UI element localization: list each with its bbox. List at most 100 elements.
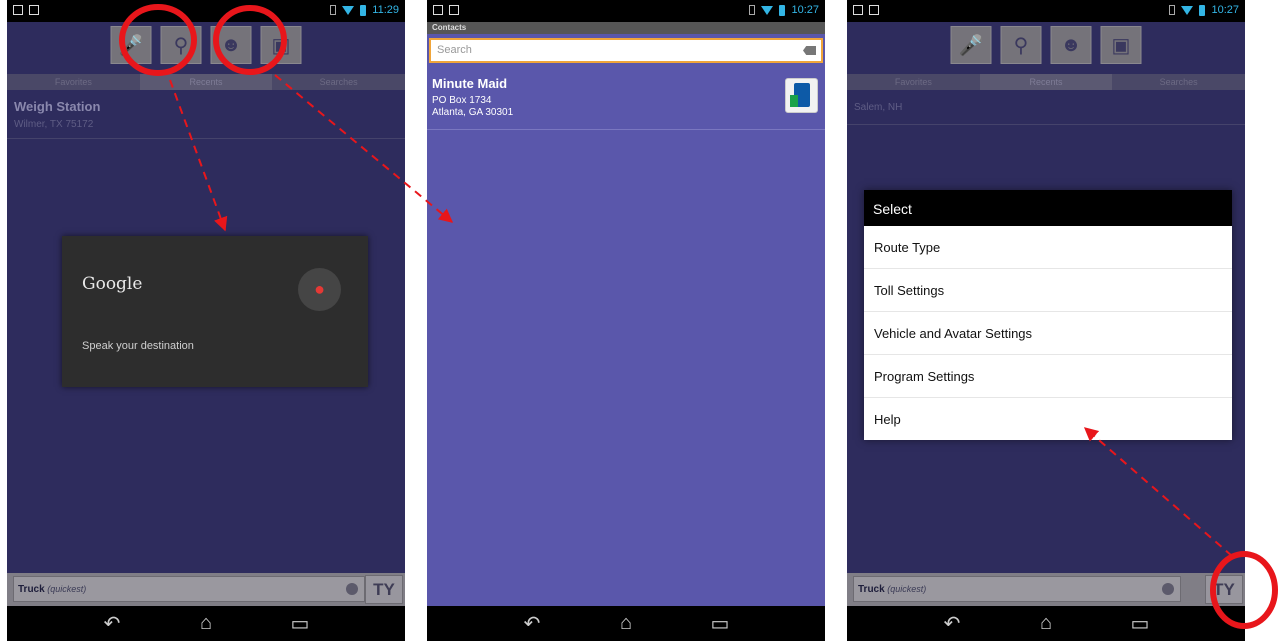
recent-title: Weigh Station	[14, 99, 101, 114]
list-item[interactable]: Salem, NH	[847, 92, 1245, 125]
back-icon[interactable]: ↶	[515, 611, 549, 636]
route-type-select[interactable]: Truck (quickest)	[13, 576, 365, 602]
recent-subtitle: Wilmer, TX 75172	[14, 119, 94, 130]
tab-recents[interactable]: Recents	[979, 74, 1113, 90]
battery-icon	[779, 4, 786, 16]
voice-prompt: Speak your destination	[82, 340, 194, 352]
map-icon: ▣	[271, 34, 291, 57]
toolbar: 🎤 ⚲ ☻ ▣	[950, 26, 1142, 64]
back-icon[interactable]: ↶	[935, 611, 969, 636]
tab-recents[interactable]: Recents	[139, 74, 273, 90]
system-nav-bar: ↶ ⌂ ▭	[7, 606, 405, 641]
system-nav-bar: ↶ ⌂ ▭	[847, 606, 1245, 641]
phone-screen-settings-menu: 10:27 🎤 ⚲ ☻ ▣ Favorites Recents Searches…	[847, 0, 1245, 641]
mic-button[interactable]: 🎤	[110, 26, 152, 64]
tab-bar: Favorites Recents Searches	[847, 74, 1245, 90]
notification-icon	[853, 5, 863, 15]
battery-icon	[360, 4, 367, 16]
mic-icon: 🎤	[958, 34, 984, 57]
search-input[interactable]: Search	[429, 38, 823, 63]
back-icon[interactable]: ↶	[95, 611, 129, 636]
chevron-down-icon	[1162, 583, 1174, 595]
phone-screen-contacts: 10:27 Contacts Search Minute Maid PO Box…	[427, 0, 825, 641]
contact-item[interactable]: Minute Maid PO Box 1734 Atlanta, GA 3030…	[427, 70, 825, 130]
search-button[interactable]: ⚲	[160, 26, 202, 64]
status-time: 10:27	[1211, 4, 1239, 16]
notification-icon	[869, 5, 879, 15]
system-nav-bar: ↶ ⌂ ▭	[427, 606, 825, 641]
notification-icon	[29, 5, 39, 15]
contacts-button[interactable]: ☻	[210, 26, 252, 64]
status-bar: 10:27	[427, 0, 825, 22]
tab-favorites[interactable]: Favorites	[847, 74, 980, 90]
vehicle-label: Truck	[18, 584, 45, 595]
toolbar: 🎤 ⚲ ☻ ▣	[110, 26, 302, 64]
menu-item-program-settings[interactable]: Program Settings	[864, 355, 1232, 398]
voice-search-dialog: Google ● Speak your destination	[62, 236, 368, 387]
tools-button[interactable]: TY	[1205, 575, 1243, 604]
tools-button[interactable]: TY	[365, 575, 403, 604]
recents-icon[interactable]: ▭	[703, 611, 737, 636]
vibrate-icon	[749, 5, 756, 15]
map-button[interactable]: ▣	[260, 26, 302, 64]
dialog-title: Select	[864, 190, 1232, 226]
map-icon: ▣	[1111, 34, 1131, 57]
status-time: 11:29	[372, 4, 399, 16]
wifi-icon	[342, 5, 355, 15]
route-mode-label: (quickest)	[47, 584, 87, 594]
menu-item-toll-settings[interactable]: Toll Settings	[864, 269, 1232, 312]
search-placeholder: Search	[437, 44, 472, 56]
route-type-select[interactable]: Truck (quickest)	[853, 576, 1181, 602]
status-bar: 11:29	[7, 0, 405, 22]
home-icon[interactable]: ⌂	[609, 612, 643, 635]
home-icon[interactable]: ⌂	[1029, 612, 1063, 635]
mic-icon: 🎤	[118, 34, 144, 57]
notification-icon	[449, 5, 459, 15]
select-dialog: Select Route Type Toll Settings Vehicle …	[864, 190, 1232, 440]
contacts-icon: ☻	[1060, 33, 1082, 56]
wifi-icon	[1181, 5, 1194, 15]
contact-address-line1: PO Box 1734	[432, 95, 492, 106]
contact-photo	[785, 78, 818, 113]
list-item[interactable]: Weigh Station Wilmer, TX 75172	[7, 92, 405, 139]
tab-searches[interactable]: Searches	[1112, 74, 1245, 90]
contact-address-line2: Atlanta, GA 30301	[432, 107, 514, 118]
contacts-icon: ☻	[220, 33, 242, 56]
contacts-list: Search Minute Maid PO Box 1734 Atlanta, …	[427, 34, 825, 606]
clear-icon[interactable]	[803, 46, 816, 55]
bottom-bar: Truck (quickest) TY	[847, 573, 1245, 606]
google-logo: Google	[82, 274, 143, 294]
notification-icon	[433, 5, 443, 15]
status-time: 10:27	[791, 4, 819, 16]
bottom-bar: Truck (quickest) TY	[7, 573, 405, 606]
menu-item-route-type[interactable]: Route Type	[864, 226, 1232, 269]
recents-icon[interactable]: ▭	[283, 611, 317, 636]
tab-bar: Favorites Recents Searches	[7, 74, 405, 90]
menu-item-help[interactable]: Help	[864, 398, 1232, 440]
map-button[interactable]: ▣	[1100, 26, 1142, 64]
recent-title: Salem, NH	[854, 102, 903, 113]
wifi-icon	[761, 5, 774, 15]
notification-icon	[13, 5, 23, 15]
home-icon[interactable]: ⌂	[189, 612, 223, 635]
mic-button[interactable]: 🎤	[950, 26, 992, 64]
contact-name: Minute Maid	[432, 76, 508, 91]
search-icon: ⚲	[1013, 34, 1029, 57]
tab-searches[interactable]: Searches	[272, 74, 405, 90]
contacts-button[interactable]: ☻	[1050, 26, 1092, 64]
search-icon: ⚲	[173, 34, 189, 57]
search-button[interactable]: ⚲	[1000, 26, 1042, 64]
chevron-down-icon	[346, 583, 358, 595]
vibrate-icon	[1169, 5, 1176, 15]
tab-favorites[interactable]: Favorites	[7, 74, 140, 90]
mic-icon[interactable]: ●	[298, 268, 341, 311]
vehicle-label: Truck	[858, 584, 885, 595]
phone-screen-voice-search: 11:29 🎤 ⚲ ☻ ▣ Favorites Recents Searches…	[7, 0, 405, 641]
recents-icon[interactable]: ▭	[1123, 611, 1157, 636]
status-bar: 10:27	[847, 0, 1245, 22]
menu-item-vehicle-avatar-settings[interactable]: Vehicle and Avatar Settings	[864, 312, 1232, 355]
route-mode-label: (quickest)	[887, 584, 927, 594]
vibrate-icon	[330, 5, 337, 15]
contacts-header: Contacts	[427, 22, 825, 34]
battery-icon	[1199, 4, 1206, 16]
